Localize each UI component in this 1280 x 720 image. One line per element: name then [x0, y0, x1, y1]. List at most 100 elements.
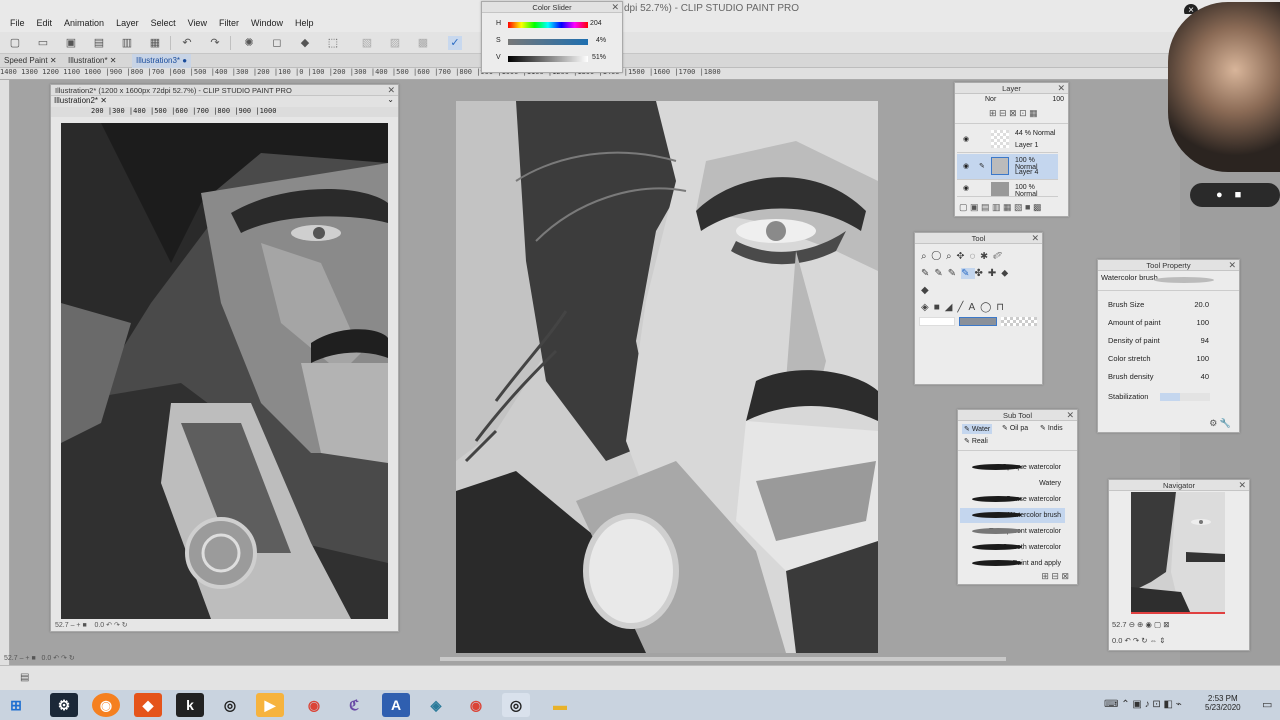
tab-real[interactable]: ✎ Reali — [958, 437, 1077, 451]
obs-icon-2[interactable]: ◎ — [502, 693, 530, 717]
share-icon[interactable]: ▦ — [148, 36, 162, 50]
horizontal-scrollbar[interactable] — [440, 657, 1006, 661]
hue-value[interactable]: 204 — [590, 20, 602, 27]
sub-color-swatch[interactable] — [959, 317, 997, 326]
sub-tool-item[interactable]: Paint and apply — [960, 556, 1065, 571]
notification-icon[interactable]: ▭ — [1262, 698, 1272, 711]
close-icon[interactable]: ✕ — [611, 2, 619, 13]
canvas-zoom-status[interactable]: 52.7 ‒ + ■ 0.0 ↶ ↷ ↻ — [4, 654, 75, 662]
sub-tool-footer-icons[interactable]: ⊞ ⊟ ⊠ — [1041, 571, 1069, 582]
close-icon[interactable]: ✕ — [1238, 480, 1246, 491]
menu-animation[interactable]: Animation — [64, 18, 104, 28]
stabilization-slider[interactable] — [1160, 393, 1210, 401]
new-file-icon[interactable]: ▢ — [8, 36, 22, 50]
tab-oil-paint[interactable]: ✎ Oil pa — [1002, 424, 1028, 432]
loading-icon[interactable]: ✺ — [242, 36, 256, 50]
menu-window[interactable]: Window — [251, 18, 283, 28]
sub-tool-item-selected[interactable]: Watercolor brush — [960, 508, 1065, 523]
close-icon[interactable]: ✕ — [1031, 233, 1039, 244]
export-icon[interactable]: ▤ — [92, 36, 106, 50]
layer-item-selected[interactable]: ◉ ✎ 100 % Normal Layer 4 — [957, 154, 1058, 180]
status-toggle-icon[interactable]: ▤ — [20, 672, 29, 683]
sub-tool-item[interactable]: Opaque watercolor — [960, 460, 1065, 475]
steam-icon[interactable]: ⚙ — [50, 693, 78, 717]
hue-slider[interactable] — [508, 22, 588, 28]
stop-icon[interactable]: ■ — [1235, 189, 1242, 201]
prop-brush-density[interactable]: Brush density 40 — [1108, 372, 1229, 386]
krita-icon[interactable]: k — [176, 693, 204, 717]
opacity-value[interactable]: 100 — [1052, 96, 1064, 103]
fill-icon[interactable]: ◆ — [298, 36, 312, 50]
save-icon[interactable]: ▣ — [64, 36, 78, 50]
menu-filter[interactable]: Filter — [219, 18, 239, 28]
print-icon[interactable]: ▥ — [120, 36, 134, 50]
tab-speed-paint[interactable]: Speed Paint ✕ — [0, 54, 61, 68]
chrome-icon-2[interactable]: ◉ — [462, 693, 490, 717]
undo-icon[interactable]: ↶ — [180, 36, 194, 50]
photoshop-icon[interactable]: A — [382, 693, 410, 717]
tab-india-ink[interactable]: ✎ Indis — [1040, 424, 1063, 432]
navigator-zoom[interactable]: 52.7 ⊖ ⊕ ◉ ▢ ⊠ — [1112, 620, 1170, 629]
app-icon[interactable]: ◈ — [422, 693, 450, 717]
menu-edit[interactable]: Edit — [37, 18, 53, 28]
close-icon[interactable]: ✕ — [1057, 83, 1065, 94]
media-player-icon[interactable]: ▶ — [256, 693, 284, 717]
clear-icon[interactable]: ◻ — [270, 36, 284, 50]
eye-icon[interactable]: ◉ — [963, 162, 969, 170]
chrome-icon[interactable]: ◉ — [300, 693, 328, 717]
tool-icons-grid[interactable]: ⌕◯⌕✥◌✱✐ ✎✎✎✎✤✚⬥ ◆ ◈■◢╱A◯⊓ — [915, 244, 1042, 320]
windows-start-icon[interactable]: ⊞ — [2, 693, 30, 717]
navigator-preview[interactable] — [1131, 492, 1225, 614]
open-icon[interactable]: ▭ — [36, 36, 50, 50]
prop-amount-of-paint[interactable]: Amount of paint 100 — [1108, 318, 1229, 332]
value-slider[interactable] — [508, 56, 588, 62]
eye-icon[interactable]: ◉ — [963, 184, 969, 192]
value-value[interactable]: 51% — [592, 54, 606, 61]
reference-photo[interactable] — [61, 123, 388, 619]
sub-tool-item[interactable]: Smooth watercolor — [960, 540, 1065, 555]
tab-illustration[interactable]: Illustration* ✕ — [64, 54, 121, 68]
transparent-color-swatch[interactable] — [1001, 317, 1037, 326]
navigator-rotate[interactable]: 0.0 ↶ ↷ ↻ ⇔ ⇕ — [1112, 636, 1166, 645]
tab-illustration3[interactable]: Illustration3* ● — [132, 54, 192, 68]
tool-property-footer-icons[interactable]: ⚙ 🔧 — [1209, 418, 1231, 429]
sub-tool-item[interactable]: Dense watercolor — [960, 492, 1065, 507]
layer-footer-icons[interactable]: ▢ ▣ ▤ ▥ ▦ ▧ ■ ▩ — [959, 202, 1041, 213]
tray-icons[interactable]: ⌨ ⌃ ▣ ♪ ⊡ ◧ ⌁ — [1104, 699, 1182, 710]
layer-item[interactable]: ◉ 100 % Normal — [957, 181, 1058, 198]
reference-tab[interactable]: Illustration2* ✕ ⌄ — [51, 95, 398, 107]
redo-icon[interactable]: ↷ — [208, 36, 222, 50]
menu-layer[interactable]: Layer — [116, 18, 139, 28]
brave-icon[interactable]: ◆ — [134, 693, 162, 717]
close-icon[interactable]: ✕ — [1228, 260, 1236, 271]
main-color-swatch[interactable] — [919, 317, 955, 326]
file-explorer-icon[interactable]: ▬ — [546, 693, 574, 717]
main-canvas[interactable] — [456, 101, 878, 653]
person-icon[interactable]: ● — [1216, 189, 1223, 201]
crop-icon[interactable]: ▧ — [360, 36, 374, 50]
invert-icon[interactable]: ▩ — [416, 36, 430, 50]
prop-density-of-paint[interactable]: Density of paint 94 — [1108, 336, 1229, 350]
blend-mode-select[interactable]: Nor — [985, 96, 996, 103]
chevron-down-icon[interactable]: ⌄ — [387, 95, 394, 104]
menu-select[interactable]: Select — [151, 18, 176, 28]
prop-brush-size[interactable]: Brush Size 20.0 — [1108, 300, 1229, 314]
menu-view[interactable]: View — [188, 18, 207, 28]
sub-tool-item[interactable]: Watery — [960, 476, 1065, 491]
menu-file[interactable]: File — [10, 18, 25, 28]
deselect-icon[interactable]: ▨ — [388, 36, 402, 50]
saturation-slider[interactable] — [508, 39, 588, 45]
close-icon[interactable]: ✕ — [1066, 410, 1074, 421]
tab-watercolor[interactable]: ✎ Water — [962, 424, 993, 434]
obs-icon[interactable]: ◎ — [216, 693, 244, 717]
menu-help[interactable]: Help — [295, 18, 314, 28]
saturation-value[interactable]: 4% — [596, 37, 606, 44]
prop-color-stretch[interactable]: Color stretch 100 — [1108, 354, 1229, 368]
transform-icon[interactable]: ⬚ — [326, 36, 340, 50]
layer-item[interactable]: ◉ 44 % Normal Layer 1 — [957, 127, 1058, 153]
reference-zoom[interactable]: 52.7 ‒ + ■ 0.0 ↶ ↷ ↻ — [55, 621, 128, 629]
clock[interactable]: 2:53 PM 5/23/2020 — [1205, 694, 1241, 712]
clip-studio-icon[interactable]: ℭ — [340, 693, 368, 717]
eye-icon[interactable]: ◉ — [963, 135, 969, 143]
prop-stabilization[interactable]: Stabilization — [1108, 392, 1229, 406]
